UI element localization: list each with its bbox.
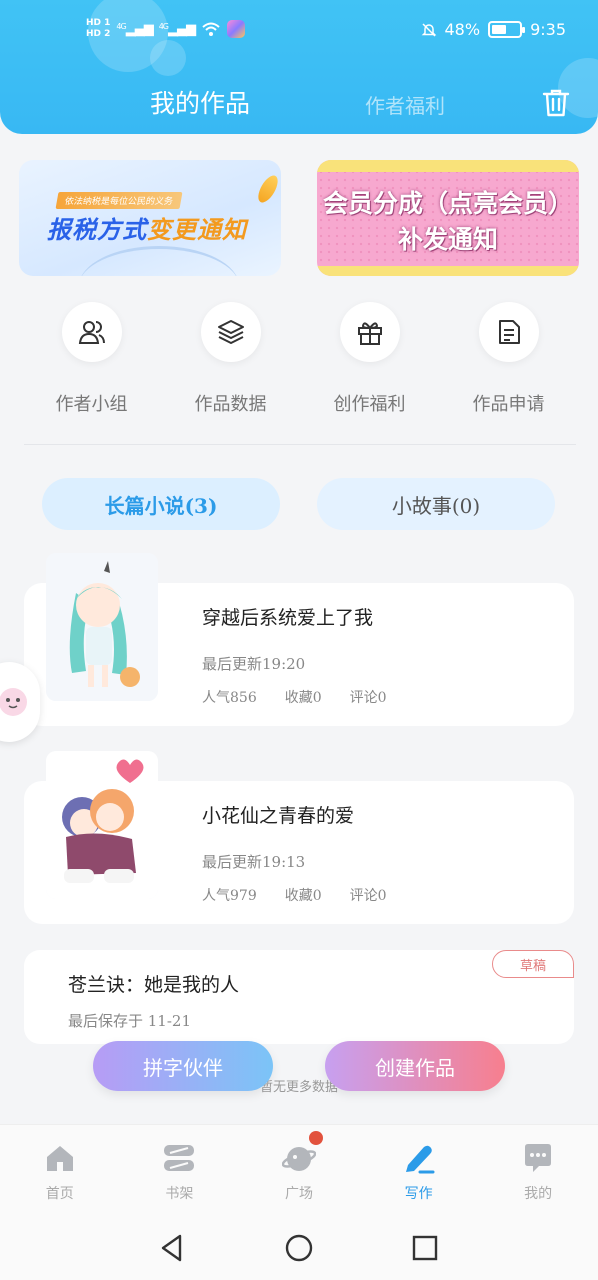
- banner-tax-notice[interactable]: 依法纳税是每位公民的义务 报税方式变更通知: [19, 160, 281, 276]
- battery-icon: [488, 21, 526, 38]
- wifi-icon: [202, 22, 220, 36]
- quick-creation-benefits[interactable]: 创作福利: [310, 302, 430, 422]
- nav-bookshelf[interactable]: 书架: [120, 1125, 240, 1216]
- battery-percent: 48%: [444, 20, 481, 39]
- system-navigation: [0, 1216, 598, 1280]
- decor-arc: [79, 246, 239, 276]
- mute-icon: [421, 22, 436, 37]
- tab-long-novels[interactable]: 长篇小说(3): [42, 478, 280, 530]
- stat-comments: 评论0: [349, 888, 387, 904]
- divider: [24, 444, 576, 445]
- quick-label: 作品数据: [194, 394, 267, 415]
- work-stats: 人气979 收藏0 评论0: [202, 885, 387, 905]
- work-cover[interactable]: [46, 553, 158, 701]
- quick-author-group[interactable]: 作者小组: [32, 302, 152, 422]
- draft-card[interactable]: 苍兰诀：她是我的人 最后保存于 11-21 草稿: [24, 950, 574, 1044]
- draft-saved: 最后保存于 11-21: [68, 1012, 192, 1030]
- nav-label: 广场: [284, 1186, 313, 1202]
- floating-assistant[interactable]: [0, 662, 40, 742]
- layers-icon: [217, 320, 244, 344]
- cover-illustration: [46, 751, 158, 899]
- sim-indicator: HD 1 HD 2: [86, 18, 111, 39]
- tab-my-works[interactable]: 我的作品: [150, 84, 250, 120]
- nav-label: 首页: [45, 1186, 74, 1202]
- tab-author-benefits[interactable]: 作者福利: [365, 90, 445, 119]
- nav-label: 书架: [165, 1186, 194, 1202]
- quick-work-application[interactable]: 作品申请: [449, 302, 569, 422]
- writing-partner-button[interactable]: 拼字伙伴: [93, 1041, 273, 1091]
- stat-popularity: 人气856: [202, 690, 257, 706]
- no-more-text: 暂无更多数据: [259, 1080, 338, 1095]
- quick-label: 创作福利: [333, 394, 406, 415]
- gift-icon: [357, 322, 382, 345]
- work-title: 穿越后系统爱上了我: [202, 607, 374, 629]
- pen-icon: [405, 1145, 435, 1174]
- nav-square[interactable]: 广场: [239, 1125, 359, 1216]
- nav-home[interactable]: 首页: [0, 1125, 120, 1216]
- header: HD 1 HD 2 4G▂▄▆ 4G▂▄▆ 48% 9:35 我的作品 作者福利: [0, 0, 598, 134]
- bookshelf-icon: [164, 1145, 195, 1171]
- work-updated: 最后更新19:13: [202, 853, 306, 871]
- nav-label: 我的: [524, 1186, 553, 1202]
- quick-actions: 作者小组 作品数据 创作福利 作品申请: [22, 302, 578, 422]
- tab-short-stories[interactable]: 小故事(0): [317, 478, 555, 530]
- assistant-icon: [0, 688, 27, 716]
- recents-icon[interactable]: [412, 1235, 438, 1261]
- document-icon: [498, 320, 520, 344]
- planet-icon: [281, 1147, 316, 1171]
- work-cover[interactable]: [46, 751, 158, 899]
- stat-favorites: 收藏0: [284, 888, 322, 904]
- status-bar: HD 1 HD 2 4G▂▄▆ 4G▂▄▆ 48% 9:35: [0, 16, 598, 52]
- work-stats: 人气856 收藏0 评论0: [202, 687, 387, 707]
- stat-favorites: 收藏0: [284, 690, 322, 706]
- bottom-nav: 首页 书架 广场 写作 我的: [0, 1124, 598, 1216]
- back-icon[interactable]: [158, 1233, 186, 1263]
- nav-label: 写作: [404, 1186, 433, 1202]
- banner-tag: 依法纳税是每位公民的义务: [55, 192, 183, 209]
- create-work-button[interactable]: 创建作品: [325, 1041, 505, 1091]
- quick-work-data[interactable]: 作品数据: [171, 302, 291, 422]
- people-icon: [78, 321, 105, 344]
- chat-icon: [525, 1144, 552, 1172]
- banner-title: 报税方式变更通知: [47, 216, 247, 244]
- signal-icon: 4G▂▄▆: [158, 21, 196, 37]
- header-tabs: 我的作品 作者福利: [0, 84, 598, 124]
- quick-label: 作品申请: [472, 394, 545, 415]
- notification-dot: [309, 1131, 324, 1145]
- banner-member-notice[interactable]: 会员分成（点亮会员）补发通知: [317, 160, 579, 276]
- signal-icon: 4G▂▄▆: [116, 21, 153, 37]
- app-notification-icon: [227, 20, 245, 38]
- trash-icon[interactable]: [542, 88, 570, 118]
- stat-popularity: 人气979: [202, 888, 257, 904]
- nav-mine[interactable]: 我的: [478, 1125, 598, 1216]
- cover-illustration: [46, 553, 158, 701]
- home-icon: [46, 1146, 73, 1171]
- nav-write[interactable]: 写作: [359, 1125, 479, 1216]
- work-updated: 最后更新19:20: [202, 655, 306, 673]
- clock: 9:35: [530, 20, 566, 39]
- banner-title: 会员分成（点亮会员）补发通知: [322, 189, 573, 254]
- stat-comments: 评论0: [349, 690, 387, 706]
- work-title: 小花仙之青春的爱: [202, 805, 355, 827]
- quick-label: 作者小组: [55, 394, 128, 415]
- draft-badge: 草稿: [492, 950, 574, 978]
- leaf-icon: [254, 172, 281, 206]
- home-circle-icon[interactable]: [285, 1234, 313, 1262]
- draft-title: 苍兰诀：她是我的人: [68, 974, 240, 996]
